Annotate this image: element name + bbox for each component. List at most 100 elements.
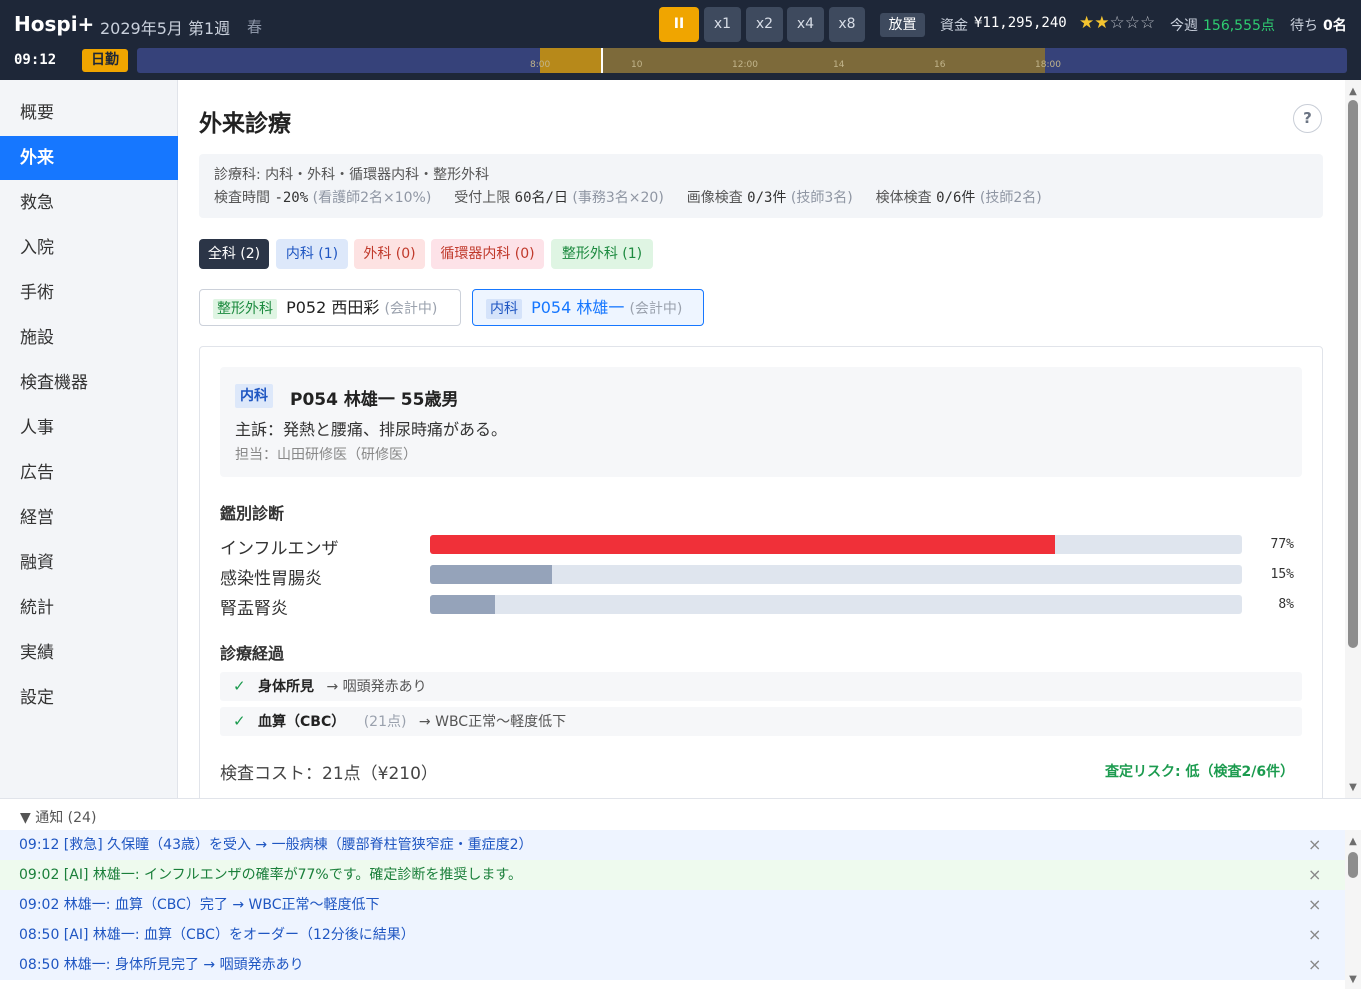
scroll-down-icon[interactable]: ▼ xyxy=(1347,782,1359,794)
speed-x1-button[interactable]: x1 xyxy=(704,7,741,42)
notification-item: 09:12 [救急] 久保瞳（43歳）を受入 → 一般病棟（腰部脊柱管狭窄症・重… xyxy=(0,830,1345,860)
filter-all[interactable]: 全科 (2) xyxy=(199,239,269,269)
timeline-tick: 16 xyxy=(934,60,946,70)
exam-time-note: (看護師2名×10%) xyxy=(312,190,432,206)
notification-item: 09:02 林雄一: 血算（CBC）完了 → WBC正常〜軽度低下 × xyxy=(0,890,1345,920)
specimen-note: (技師2名) xyxy=(979,190,1042,206)
help-button[interactable]: ? xyxy=(1293,104,1322,133)
reception-note: (事務3名×20) xyxy=(572,190,664,206)
course-item: ✓ 血算（CBC） (21点) → WBC正常〜軽度低下 xyxy=(220,707,1302,736)
main-scrollbar[interactable]: ▲ ▼ xyxy=(1345,80,1361,798)
exam-time-value: -20% xyxy=(274,190,309,206)
exam-cost: 検査コスト：21点（¥210） xyxy=(220,764,438,784)
app-title: Hospi+ xyxy=(14,12,95,36)
imaging-label: 画像検査 xyxy=(686,190,743,206)
ddx-percent: 77% xyxy=(1270,537,1294,552)
wait-label: 待ち xyxy=(1290,18,1318,34)
sidebar-item-management[interactable]: 経営 xyxy=(0,496,178,540)
ddx-name[interactable]: 感染性胃腸炎 xyxy=(220,564,322,589)
course-points: (21点) xyxy=(363,714,407,730)
sidebar-item-achievements[interactable]: 実績 xyxy=(0,631,178,675)
timeline-cursor xyxy=(601,48,603,73)
scroll-up-icon[interactable]: ▲ xyxy=(1347,836,1359,848)
shift-badge: 日勤 xyxy=(82,49,128,72)
specimen-label: 検体検査 xyxy=(875,190,932,206)
star-empty-icon: ☆ xyxy=(1140,13,1156,33)
case-name: P052 西田彩 xyxy=(286,298,380,317)
sidebar-item-settings[interactable]: 設定 xyxy=(0,676,178,720)
sidebar-item-statistics[interactable]: 統計 xyxy=(0,586,178,630)
speed-x4-button[interactable]: x4 xyxy=(787,7,824,42)
course-result: → WBC正常〜軽度低下 xyxy=(418,714,567,730)
case-dept-tag: 内科 xyxy=(486,299,522,319)
filter-internal-medicine[interactable]: 内科 (1) xyxy=(276,239,348,269)
filter-surgery[interactable]: 外科 (0) xyxy=(354,239,425,269)
close-icon[interactable]: × xyxy=(1308,950,1321,980)
sidebar-item-overview[interactable]: 概要 xyxy=(0,91,178,135)
case-status: (会計中) xyxy=(629,301,683,317)
course-label: 血算（CBC） xyxy=(258,714,346,730)
notification-text: 09:02 林雄一: 血算（CBC）完了 → WBC正常〜軽度低下 xyxy=(19,897,380,913)
scroll-up-icon[interactable]: ▲ xyxy=(1347,86,1359,98)
timeline-tick: 8:00 xyxy=(530,60,551,70)
auto-mode-button[interactable]: 放置 xyxy=(880,13,925,37)
close-icon[interactable]: × xyxy=(1308,830,1321,860)
wait-count: 0名 xyxy=(1323,18,1347,34)
ddx-name[interactable]: インフルエンザ xyxy=(220,534,339,559)
sidebar-item-facilities[interactable]: 施設 xyxy=(0,316,178,360)
case-tab-p052[interactable]: 整形外科 P052 西田彩 (会計中) xyxy=(199,289,461,326)
scroll-thumb[interactable] xyxy=(1348,852,1358,878)
patient-detail-card: 内科 P054 林雄一 55歳男 主訴：発熱と腰痛、排尿時痛がある。 担当：山田… xyxy=(199,346,1323,798)
star-empty-icon: ☆ xyxy=(1109,13,1125,33)
sidebar-item-surgery[interactable]: 手術 xyxy=(0,271,178,315)
ddx-name[interactable]: 腎盂腎炎 xyxy=(220,594,288,619)
ddx-bar-track xyxy=(430,565,1242,584)
exam-time-label: 検査時間 xyxy=(214,190,270,206)
patient-summary: 内科 P054 林雄一 55歳男 主訴：発熱と腰痛、排尿時痛がある。 担当：山田… xyxy=(220,367,1302,477)
close-icon[interactable]: × xyxy=(1308,920,1321,950)
sidebar-item-lab-equipment[interactable]: 検査機器 xyxy=(0,361,178,405)
department-list: 診療科: 内科・外科・循環器内科・整形外科 xyxy=(214,167,490,183)
game-date: 2029年5月 第1週 xyxy=(100,19,231,38)
check-icon: ✓ xyxy=(233,677,246,695)
notification-text: 08:50 [AI] 林雄一: 血算（CBC）をオーダー（12分後に結果） xyxy=(19,927,415,943)
ddx-bar-fill xyxy=(430,535,1056,554)
patient-name: P054 林雄一 55歳男 xyxy=(290,390,459,410)
notification-scrollbar[interactable]: ▲ ▼ xyxy=(1345,830,1361,989)
case-tab-p054[interactable]: 内科 P054 林雄一 (会計中) xyxy=(472,289,704,326)
course-heading: 診療経過 xyxy=(220,644,285,663)
pause-button[interactable]: II xyxy=(659,7,699,42)
sidebar-item-financing[interactable]: 融資 xyxy=(0,541,178,585)
season-label: 春 xyxy=(247,18,263,36)
notification-text: 09:12 [救急] 久保瞳（43歳）を受入 → 一般病棟（腰部脊柱管狭窄症・重… xyxy=(19,837,533,853)
course-label: 身体所見 xyxy=(258,679,315,695)
patient-dept-tag: 内科 xyxy=(235,384,273,408)
notification-panel: ▼ 通知 (24) 09:12 [救急] 久保瞳（43歳）を受入 → 一般病棟（… xyxy=(0,798,1361,989)
notification-toggle[interactable]: ▼ 通知 (24) xyxy=(20,807,96,827)
scroll-thumb[interactable] xyxy=(1348,100,1358,648)
sidebar-item-advertising[interactable]: 広告 xyxy=(0,451,178,495)
page-title: 外来診療 xyxy=(199,111,291,137)
rating-stars: ★★☆☆☆ xyxy=(1079,13,1155,33)
speed-x2-button[interactable]: x2 xyxy=(746,7,783,42)
timeline-tick: 12:00 xyxy=(732,60,758,70)
funds-label: 資金 xyxy=(940,18,968,34)
filter-orthopedics[interactable]: 整形外科 (1) xyxy=(551,239,653,269)
sidebar-item-personnel[interactable]: 人事 xyxy=(0,406,178,450)
sidebar-item-outpatient[interactable]: 外来 xyxy=(0,136,178,180)
audit-risk: 査定リスク: 低（検査2/6件） xyxy=(1105,764,1295,780)
sidebar-nav: 概要 外来 救急 入院 手術 施設 検査機器 人事 広告 経営 融資 統計 実績… xyxy=(0,80,178,798)
close-icon[interactable]: × xyxy=(1308,860,1321,890)
attending-doctor: 担当：山田研修医（研修医） xyxy=(235,447,417,463)
filter-cardiology[interactable]: 循環器内科 (0) xyxy=(431,239,544,269)
notification-text: 08:50 林雄一: 身体所見完了 → 咽頭発赤あり xyxy=(19,957,304,973)
case-dept-tag: 整形外科 xyxy=(213,299,277,319)
close-icon[interactable]: × xyxy=(1308,890,1321,920)
speed-x8-button[interactable]: x8 xyxy=(829,7,865,42)
sidebar-item-emergency[interactable]: 救急 xyxy=(0,181,178,225)
scroll-down-icon[interactable]: ▼ xyxy=(1347,974,1359,986)
capacity-stats: 検査時間 -20% (看護師2名×10%) 受付上限 60名/日 (事務3名×2… xyxy=(214,187,1042,207)
sidebar-item-inpatient[interactable]: 入院 xyxy=(0,226,178,270)
star-empty-icon: ☆ xyxy=(1124,13,1140,33)
week-label: 今週 xyxy=(1170,18,1198,34)
